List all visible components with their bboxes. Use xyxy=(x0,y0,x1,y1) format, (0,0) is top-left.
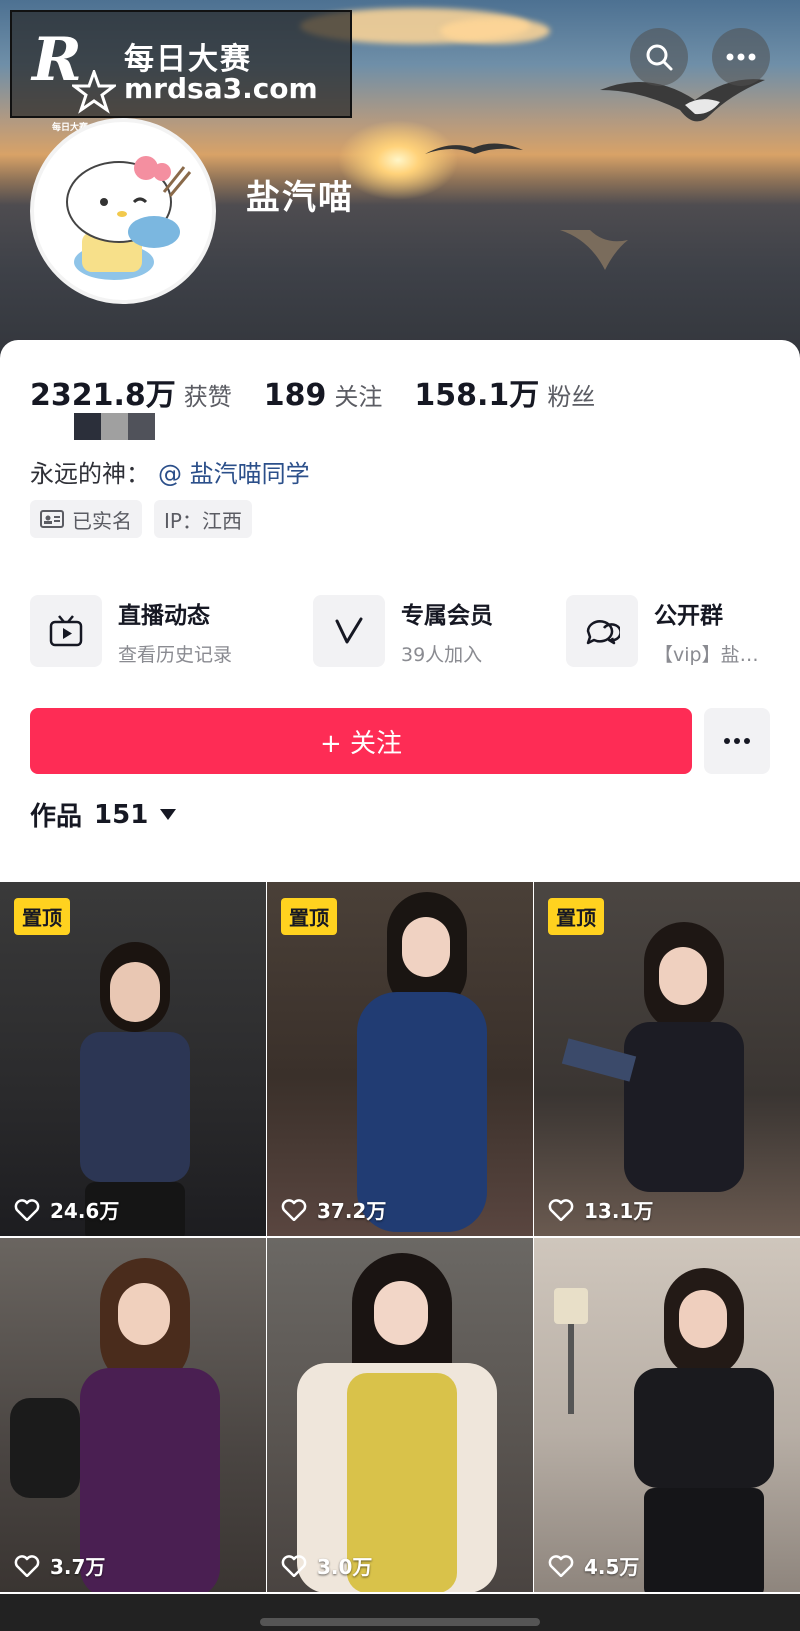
feature-group-subtitle: 【vip】盐… xyxy=(654,643,759,666)
video-thumbnail xyxy=(307,892,507,1232)
more-icon xyxy=(724,738,750,744)
ip-location-tag: IP：江西 xyxy=(154,500,252,538)
video-thumbnail xyxy=(554,1268,794,1592)
likes-label: 获赞 xyxy=(183,383,232,411)
video-tile[interactable]: 置顶 37.2万 xyxy=(267,882,533,1236)
video-likes: 4.5万 xyxy=(548,1551,639,1580)
feature-public-group[interactable]: 公开群 【vip】盐… xyxy=(566,595,759,667)
bio: 永远的神： @ 盐汽喵同学 xyxy=(30,454,310,489)
seagull-image xyxy=(560,230,628,270)
profile-banner: R 每日大赛 每日大赛 mrdsa3.com 盐汽喵 xyxy=(0,0,800,360)
video-thumbnail xyxy=(10,1258,250,1592)
watermark-logo: R 每日大赛 xyxy=(32,30,122,133)
following-label[interactable]: 关注 xyxy=(334,377,382,412)
watermark: R 每日大赛 每日大赛 mrdsa3.com xyxy=(10,10,352,133)
video-likes-count: 4.5万 xyxy=(584,1555,640,1579)
video-likes: 3.0万 xyxy=(281,1551,372,1580)
follow-more-button[interactable] xyxy=(704,708,770,774)
cloud xyxy=(440,18,550,44)
video-likes-count: 13.1万 xyxy=(584,1199,654,1223)
more-options-button[interactable] xyxy=(712,28,770,86)
stats-row: 2321.8万 获赞 189 关注 158.1万 粉丝 xyxy=(30,370,627,414)
video-tile[interactable]: 3.7万 xyxy=(0,1238,266,1592)
video-likes-count: 3.7万 xyxy=(50,1555,106,1579)
video-thumbnail xyxy=(277,1253,517,1592)
video-thumbnail xyxy=(561,922,774,1236)
tv-icon xyxy=(49,615,83,647)
bio-mention-link[interactable]: @ 盐汽喵同学 xyxy=(158,460,310,488)
following-count[interactable]: 189 xyxy=(264,378,327,413)
works-tab[interactable]: 作品 151 xyxy=(30,796,177,833)
v-icon xyxy=(335,617,363,644)
video-likes: 37.2万 xyxy=(281,1195,386,1224)
search-icon xyxy=(646,44,673,71)
v-icon-box xyxy=(313,595,385,667)
feature-membership[interactable]: 专属会员 39人加入 xyxy=(313,595,493,667)
seagull-image xyxy=(425,143,523,154)
likes-count: 2321.8万 xyxy=(30,378,176,413)
followers-count[interactable]: 158.1万 xyxy=(414,370,539,414)
profile-nickname: 盐汽喵 xyxy=(246,178,354,218)
video-likes: 24.6万 xyxy=(14,1195,119,1224)
heart-icon xyxy=(281,1554,307,1577)
video-tile[interactable]: 置顶 13.1万 xyxy=(534,882,800,1236)
search-button[interactable] xyxy=(630,28,688,86)
ip-location-label: IP：江西 xyxy=(164,508,242,533)
chat-bubble-icon xyxy=(586,620,620,645)
pinned-badge: 置顶 xyxy=(14,898,70,935)
tag-row: 已实名 IP：江西 xyxy=(30,500,252,538)
heart-icon xyxy=(14,1554,40,1577)
avatar-cat-illustration xyxy=(66,156,192,280)
feature-live-history[interactable]: 直播动态 查看历史记录 xyxy=(30,595,232,667)
pinned-badge: 置顶 xyxy=(548,898,604,935)
pinned-badge: 置顶 xyxy=(281,898,337,935)
video-tile[interactable]: 3.0万 xyxy=(267,1238,533,1592)
video-tile[interactable]: 4.5万 xyxy=(534,1238,800,1592)
verified-tag: 已实名 xyxy=(30,500,142,538)
feature-membership-subtitle: 39人加入 xyxy=(401,643,483,666)
follow-button[interactable]: + 关注 xyxy=(30,708,692,774)
video-likes: 13.1万 xyxy=(548,1195,653,1224)
feature-live-title: 直播动态 xyxy=(118,602,210,629)
video-likes: 3.7万 xyxy=(14,1551,105,1580)
video-likes-count: 3.0万 xyxy=(317,1555,373,1579)
avatar[interactable] xyxy=(30,118,216,304)
caret-down-icon xyxy=(160,809,177,820)
works-count: 151 xyxy=(94,799,149,830)
video-tile[interactable]: 置顶 24.6万 xyxy=(0,882,266,1236)
works-label: 作品 xyxy=(30,802,83,832)
heart-icon xyxy=(548,1554,574,1577)
feature-membership-title: 专属会员 xyxy=(401,602,493,629)
video-likes-count: 37.2万 xyxy=(317,1199,387,1223)
tv-icon-box xyxy=(30,595,102,667)
more-icon xyxy=(726,53,756,61)
watermark-url: mrdsa3.com xyxy=(124,72,318,105)
heart-icon xyxy=(14,1198,40,1221)
profile-info-panel: 2321.8万 获赞 189 关注 158.1万 粉丝 永远的神： @ 盐汽喵同学… xyxy=(0,340,800,880)
heart-icon xyxy=(281,1198,307,1221)
censored-mosaic xyxy=(74,413,155,440)
home-indicator[interactable] xyxy=(260,1618,540,1626)
video-thumbnail xyxy=(60,922,210,1236)
bio-text: 永远的神： xyxy=(30,460,150,488)
video-likes-count: 24.6万 xyxy=(50,1199,120,1223)
heart-icon xyxy=(548,1198,574,1221)
feature-live-subtitle: 查看历史记录 xyxy=(118,643,233,666)
verified-tag-label: 已实名 xyxy=(72,508,132,533)
followers-label[interactable]: 粉丝 xyxy=(547,377,595,412)
feature-group-title: 公开群 xyxy=(654,602,723,629)
chat-icon-box xyxy=(566,595,638,667)
id-card-icon xyxy=(40,510,64,528)
